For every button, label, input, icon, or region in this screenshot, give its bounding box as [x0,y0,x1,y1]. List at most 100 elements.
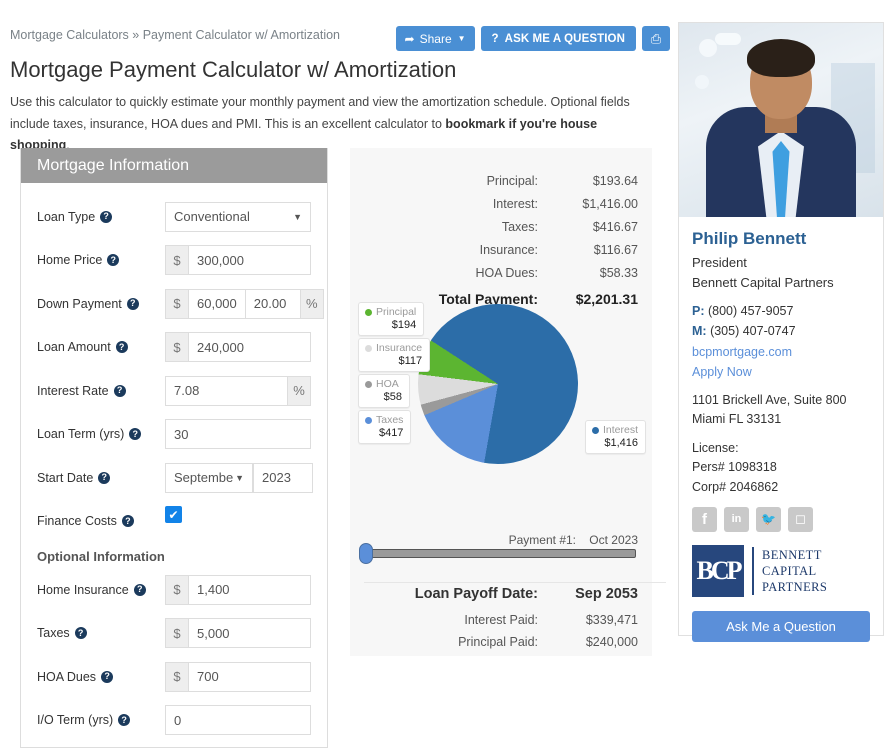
print-button[interactable]: ⎙ [642,26,670,51]
loan-amount-input[interactable]: 240,000 [188,332,311,363]
down-payment-percent-input[interactable]: 20.00 [244,288,301,319]
help-icon[interactable]: ? [118,714,131,727]
interest-color-swatch [591,426,599,434]
instagram-icon[interactable]: ◻ [788,506,813,532]
agent-website-link[interactable]: bcpmortgage.com [692,342,870,362]
hoa-dues-input[interactable]: 700 [188,661,311,692]
help-icon[interactable]: ? [101,670,114,683]
agent-name: Philip Bennett [692,229,807,248]
summary-row: Taxes: $416.67 [364,216,638,239]
taxes-color-swatch [365,416,372,424]
dollar-prefix-icon: $ [165,661,188,692]
start-date-label: Start Date ? [37,471,165,485]
ask-question-button[interactable]: ? ASK ME A QUESTION [480,26,636,51]
legend-taxes-value: $417 [378,427,404,439]
payment-date-label: Oct 2023 [589,533,638,547]
start-year-input[interactable]: 2023 [253,462,313,493]
help-icon[interactable]: ? [129,428,142,441]
agent-photo [679,23,883,217]
io-term-input[interactable]: 0 [165,705,311,736]
down-payment-text: Down Payment [37,296,122,311]
breadcrumb[interactable]: Mortgage Calculators » Payment Calculato… [10,28,340,42]
agent-details: Philip Bennett President Bennett Capital… [679,217,883,497]
home-insurance-text: Home Insurance [37,582,129,597]
percent-suffix-icon: % [300,288,324,319]
dollar-prefix-icon: $ [165,618,188,649]
photo-background-light [695,75,709,89]
insurance-value: $116.67 [593,243,638,257]
home-price-input[interactable]: 300,000 [188,245,311,276]
help-icon[interactable]: ? [98,471,111,484]
help-icon[interactable]: ? [126,297,139,310]
share-label: Share [419,31,452,46]
pie-chart [418,304,578,464]
linkedin-icon[interactable]: in [724,506,749,532]
principal-color-swatch [365,308,372,316]
agent-mobile[interactable]: (305) 407-0747 [710,324,795,338]
ask-me-a-question-cta[interactable]: Ask Me a Question [692,610,870,642]
facebook-icon[interactable]: f [692,506,717,532]
hoa-dues-label: HOA Dues ? [37,670,165,684]
agent-address-line2: Miami FL 33131 [692,412,782,427]
finance-costs-checkbox[interactable]: ✔ [165,506,182,524]
legend-hoa: HOA $58 [358,374,410,408]
logo-line-3: PARTNERS [762,580,828,594]
dollar-prefix-icon: $ [165,574,188,605]
help-icon[interactable]: ? [121,515,134,528]
help-icon[interactable]: ? [100,210,113,223]
loan-term-label: Loan Term (yrs) ? [37,427,165,441]
payment-slider-track[interactable] [359,543,636,564]
percent-suffix-icon: % [288,375,311,406]
intro-text: Use this calculator to quickly estimate … [10,92,650,157]
help-icon[interactable]: ? [107,254,120,267]
agent-phone[interactable]: (800) 457-9057 [708,304,793,318]
hoa-color-swatch [365,380,372,388]
logo-line-2: CAPITAL [762,563,817,578]
loan-term-input[interactable]: 30 [165,419,311,450]
apply-now-link[interactable]: Apply Now [692,362,870,382]
license-corporate: Corp# 2046862 [692,479,779,494]
agent-address-line1: 1101 Brickell Ave, Suite 800 [692,393,847,407]
legend-taxes: Taxes $417 [358,410,412,444]
start-month-select[interactable]: Septembe ▼ [165,462,253,493]
payoff-date-value: Sep 2053 [575,586,638,602]
photo-background-light [715,33,741,45]
license-personal: Pers# 1098318 [692,460,777,475]
principal-paid-label: Principal Paid: [458,634,538,649]
logo-wordmark: BENNETT CAPITAL PARTNERS [762,547,827,596]
field-home-price: Home Price ? $ 300,000 [37,239,311,283]
help-icon[interactable]: ? [74,627,87,640]
hoa-dues-value: $58.33 [599,266,638,280]
twitter-icon[interactable]: 🐦 [756,506,781,532]
header-actions: ➦ Share ▼ ? ASK ME A QUESTION ⎙ [395,26,670,51]
help-icon[interactable]: ? [133,583,146,596]
home-insurance-input[interactable]: 1,400 [188,574,311,605]
loan-type-select[interactable]: Conventional ▼ [165,201,311,232]
field-taxes: Taxes ? $ 5,000 [37,612,311,656]
interest-rate-text: Interest Rate [37,383,109,398]
interest-rate-label: Interest Rate ? [37,384,165,398]
field-loan-amount: Loan Amount ? $ 240,000 [37,326,311,370]
home-price-text: Home Price [37,253,103,268]
taxes-input[interactable]: 5,000 [188,618,311,649]
payment-slider-handle[interactable] [359,543,373,564]
start-date-text: Start Date [37,470,94,485]
payoff-date-row: Loan Payoff Date: Sep 2053 [364,586,638,602]
legend-taxes-name: Taxes [376,414,404,426]
down-payment-amount-input[interactable]: 60,000 [188,288,245,319]
interest-rate-input[interactable]: 7.08 [165,375,288,406]
hoa-dues-label: HOA Dues: [475,266,538,280]
legend-insurance-value: $117 [398,355,423,367]
share-button[interactable]: ➦ Share ▼ [395,26,475,51]
insurance-label: Insurance: [479,243,538,257]
principal-value: $193.64 [592,174,638,188]
form-fields: Loan Type ? Conventional ▼ Home Price ? … [21,183,327,742]
io-term-text: I/O Term (yrs) [37,713,114,728]
agent-title: President [692,255,747,270]
legend-hoa-name: HOA [376,378,399,390]
logo-line-1: BENNETT [762,547,822,562]
finance-costs-text: Finance Costs [37,514,117,529]
help-icon[interactable]: ? [113,384,126,397]
help-icon[interactable]: ? [115,341,128,354]
chevron-down-icon: ▼ [235,472,244,483]
